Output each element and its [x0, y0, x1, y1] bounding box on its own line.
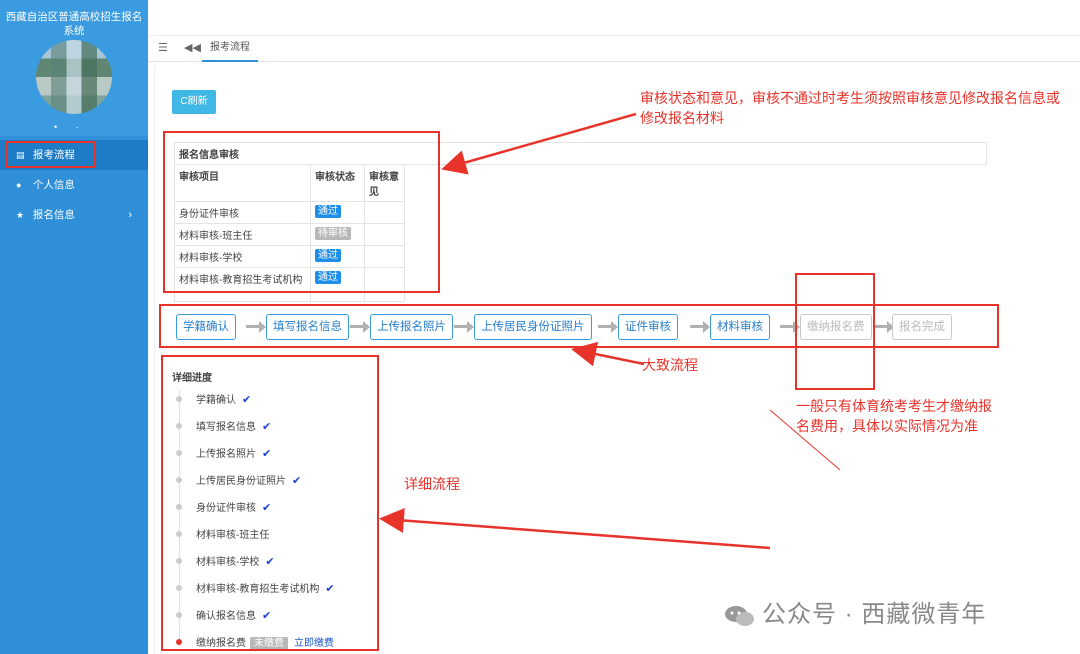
top-header: [148, 0, 1080, 36]
highlight-box-fee: [795, 273, 875, 390]
star-icon: ★: [16, 210, 25, 220]
watermark: 公众号 · 西藏微青年: [724, 594, 986, 629]
sidebar-item-label: 报名信息: [32, 209, 75, 221]
annotation-fee: 一般只有体育统考考生才缴纳报名费用，具体以实际情况为准: [796, 398, 992, 434]
annotation-flow: 大致流程: [642, 357, 698, 373]
tab-bar: ☰ ◀◀ 报考流程: [148, 36, 1080, 62]
user-icon: ●: [16, 180, 22, 190]
wechat-icon: [725, 605, 754, 626]
refresh-button[interactable]: C刷新: [172, 90, 216, 114]
sidebar-item-label: 个人信息: [32, 179, 75, 191]
sidebar-header: 西藏自治区普通高校招生报名系统 • ·: [0, 0, 148, 136]
sidebar-item-registration-info[interactable]: ★ 报名信息 ›: [0, 200, 148, 230]
avatar: [36, 40, 112, 114]
user-status: • ·: [54, 122, 87, 132]
tab-back-icon[interactable]: ◀◀: [184, 41, 201, 54]
annotation-review: 审核状态和意见，审核不通过时考生须按照审核意见修改报名信息或修改报名材料: [640, 90, 1060, 126]
highlight-box-review: [163, 131, 440, 293]
sidebar: 西藏自治区普通高校招生报名系统 • · ▤ 报考流程 ● 个人信息 ★ 报名信息…: [0, 0, 148, 654]
chevron-right-icon: ›: [128, 209, 132, 221]
system-title: 西藏自治区普通高校招生报名系统: [5, 11, 143, 37]
annotation-detail: 详细流程: [404, 476, 460, 492]
menu-toggle-icon[interactable]: ☰: [158, 41, 168, 54]
highlight-box-detail: [161, 355, 379, 651]
sidebar-item-personal-info[interactable]: ● 个人信息: [0, 170, 148, 200]
tab-exam-process[interactable]: 报考流程: [202, 36, 258, 62]
highlight-box-menu: [6, 141, 96, 168]
